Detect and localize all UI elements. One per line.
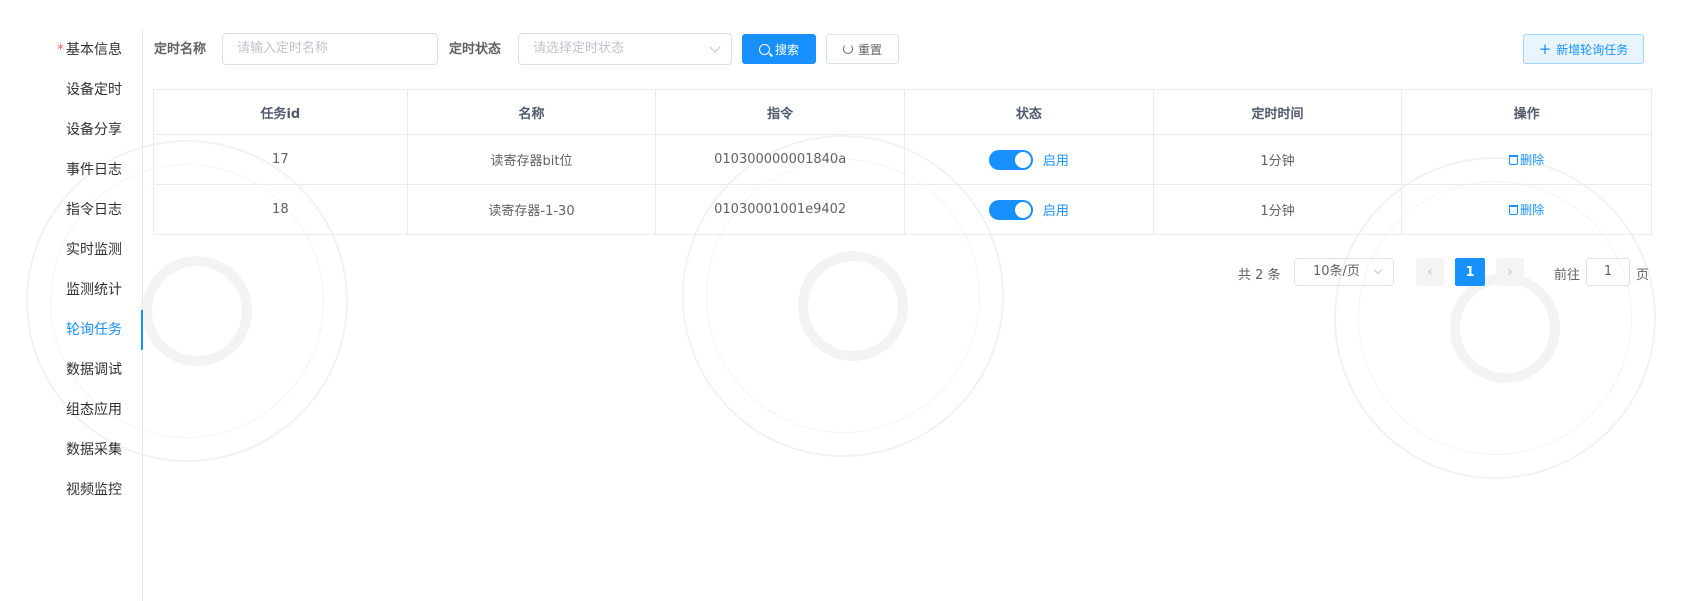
sidebar-item-device-share[interactable]: 设备分享 xyxy=(0,110,142,150)
table-row: 18 读寄存器-1-30 01030001001e9402 启用 1分钟 删除 xyxy=(154,185,1651,234)
timer-status-select[interactable]: 请选择定时状态 xyxy=(518,33,732,65)
task-name-cell: 读寄存器bit位 xyxy=(408,135,657,184)
sidebar-item-scada-app[interactable]: 组态应用 xyxy=(0,390,142,430)
interval-cell: 1分钟 xyxy=(1154,135,1403,184)
command-cell: 010300000001840a xyxy=(656,135,905,184)
sidebar-item-label: 视频监控 xyxy=(66,482,122,498)
sidebar-item-label: 数据调试 xyxy=(66,362,122,378)
sidebar-item-label: 轮询任务 xyxy=(66,322,122,338)
page-size-value: 10条/页 xyxy=(1313,264,1360,279)
chevron-right-icon: › xyxy=(1507,264,1513,280)
sidebar-item-label: 实时监测 xyxy=(66,242,122,258)
command-cell: 01030001001e9402 xyxy=(656,185,905,234)
chevron-left-icon: ‹ xyxy=(1427,264,1433,280)
column-header: 定时时间 xyxy=(1153,90,1403,134)
sidebar: * 基本信息 设备定时 设备分享 事件日志 指令日志 实时监测 监测统计 轮询任务… xyxy=(0,30,143,601)
refresh-icon xyxy=(842,44,853,54)
polling-task-table: 任务id 名称 指令 状态 定时时间 操作 17 读寄存器bit位 010300… xyxy=(153,89,1652,235)
goto-prefix: 前往 xyxy=(1554,268,1581,283)
task-name-cell: 读寄存器-1-30 xyxy=(408,185,657,234)
status-toggle[interactable] xyxy=(988,149,1033,170)
timer-name-input[interactable]: 请输入定时名称 xyxy=(222,33,438,65)
status-cell: 启用 xyxy=(905,135,1154,184)
page-root: * 基本信息 设备定时 设备分享 事件日志 指令日志 实时监测 监测统计 轮询任务… xyxy=(0,0,1682,601)
status-text: 启用 xyxy=(1042,204,1069,219)
column-header: 名称 xyxy=(407,90,657,134)
select-placeholder: 请选择定时状态 xyxy=(533,41,625,56)
sidebar-item-label: 设备分享 xyxy=(66,122,122,138)
sidebar-item-label: 设备定时 xyxy=(66,82,122,98)
status-toggle[interactable] xyxy=(988,199,1033,220)
search-icon xyxy=(758,43,770,55)
column-header: 操作 xyxy=(1402,90,1652,134)
search-button[interactable]: 搜索 xyxy=(742,34,816,64)
sidebar-item-monitor-stats[interactable]: 监测统计 xyxy=(0,270,142,310)
plus-icon: + xyxy=(1538,40,1552,58)
table-header-row: 任务id 名称 指令 状态 定时时间 操作 xyxy=(154,90,1652,135)
required-asterisk: * xyxy=(57,42,64,58)
sidebar-item-label: 指令日志 xyxy=(66,202,122,218)
delete-button[interactable]: 删除 xyxy=(1509,151,1544,168)
chevron-down-icon xyxy=(709,41,721,53)
sidebar-item-polling-tasks[interactable]: 轮询任务 xyxy=(0,310,143,350)
goto-suffix: 页 xyxy=(1636,268,1650,283)
goto-page-input[interactable]: 1 xyxy=(1586,258,1630,286)
sidebar-item-label: 基本信息 xyxy=(66,42,122,58)
trash-icon xyxy=(1509,154,1519,165)
task-id-cell: 17 xyxy=(154,135,408,184)
page-number-current[interactable]: 1 xyxy=(1455,258,1485,286)
trash-icon xyxy=(1509,204,1519,215)
chevron-down-icon xyxy=(1373,265,1383,275)
sidebar-item-label: 监测统计 xyxy=(66,282,122,298)
timer-status-label: 定时状态 xyxy=(449,42,502,57)
search-button-label: 搜索 xyxy=(774,42,799,57)
action-cell: 删除 xyxy=(1402,185,1651,234)
interval-cell: 1分钟 xyxy=(1154,185,1403,234)
sidebar-item-label: 组态应用 xyxy=(66,402,122,418)
action-cell: 删除 xyxy=(1402,135,1651,184)
sidebar-item-device-timer[interactable]: 设备定时 xyxy=(0,70,142,110)
sidebar-item-label: 事件日志 xyxy=(66,162,122,178)
delete-label: 删除 xyxy=(1520,203,1545,217)
timer-name-label: 定时名称 xyxy=(154,42,207,57)
column-header: 状态 xyxy=(905,90,1154,134)
delete-label: 删除 xyxy=(1520,153,1545,167)
add-button-label: 新增轮询任务 xyxy=(1556,42,1629,57)
status-text: 启用 xyxy=(1042,154,1069,169)
sidebar-item-data-debug[interactable]: 数据调试 xyxy=(0,350,142,390)
column-header: 任务id xyxy=(154,90,408,134)
column-header: 指令 xyxy=(656,90,905,134)
prev-page-button[interactable]: ‹ xyxy=(1416,258,1444,286)
reset-button[interactable]: 重置 xyxy=(826,34,899,64)
delete-button[interactable]: 删除 xyxy=(1509,201,1544,218)
next-page-button[interactable]: › xyxy=(1496,258,1524,286)
add-polling-task-button[interactable]: + 新增轮询任务 xyxy=(1523,34,1644,64)
sidebar-item-basic-info[interactable]: * 基本信息 xyxy=(0,30,142,70)
status-cell: 启用 xyxy=(905,185,1154,234)
table-row: 17 读寄存器bit位 010300000001840a 启用 1分钟 删除 xyxy=(154,135,1651,185)
page-size-select[interactable]: 10条/页 xyxy=(1294,258,1394,286)
sidebar-item-data-collection[interactable]: 数据采集 xyxy=(0,430,142,470)
sidebar-item-label: 数据采集 xyxy=(66,442,122,458)
task-id-cell: 18 xyxy=(154,185,408,234)
sidebar-item-command-log[interactable]: 指令日志 xyxy=(0,190,142,230)
sidebar-item-event-log[interactable]: 事件日志 xyxy=(0,150,142,190)
pagination-total: 共 2 条 xyxy=(1238,268,1281,283)
sidebar-item-video-monitor[interactable]: 视频监控 xyxy=(0,470,142,510)
reset-button-label: 重置 xyxy=(857,42,882,57)
sidebar-item-realtime-monitor[interactable]: 实时监测 xyxy=(0,230,142,270)
